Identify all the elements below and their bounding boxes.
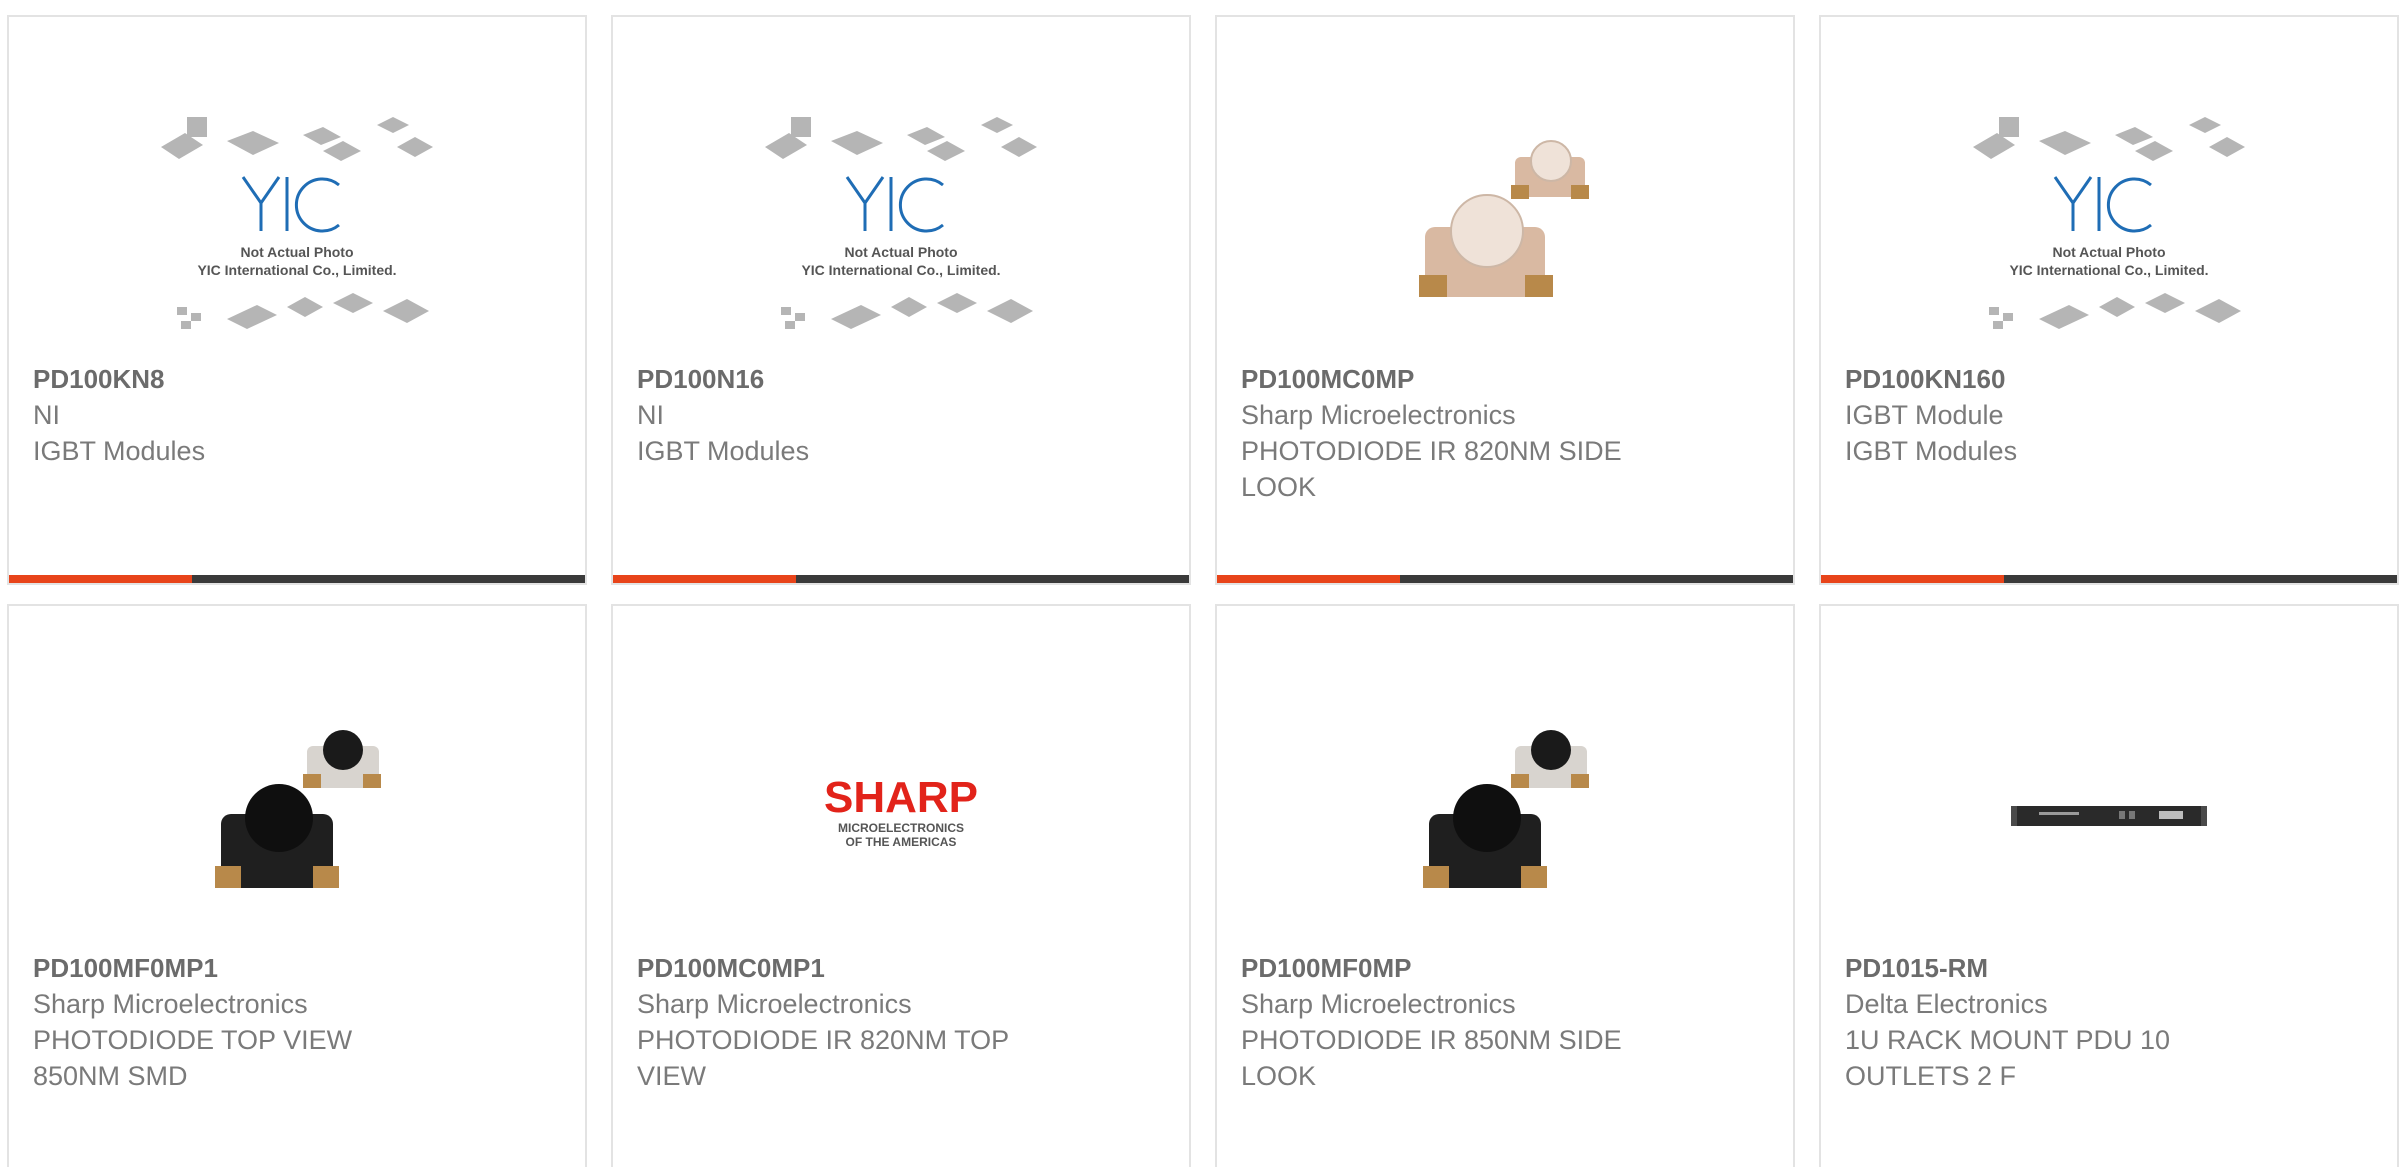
- card-accent-bar: [9, 575, 192, 583]
- product-grid: Not Actual Photo YIC International Co., …: [0, 0, 2400, 1167]
- product-card[interactable]: PD1015-RM Delta Electronics 1U RACK MOUN…: [1819, 604, 2399, 1167]
- image-caption-line1: Not Actual Photo: [240, 244, 353, 260]
- product-image[interactable]: [1355, 686, 1655, 946]
- part-number-link[interactable]: PD100MF0MP: [1241, 950, 1769, 986]
- manufacturer: Sharp Microelectronics: [33, 989, 308, 1019]
- product-card[interactable]: Not Actual Photo YIC International Co., …: [611, 15, 1191, 585]
- description-line2: 850NM SMD: [33, 1061, 188, 1091]
- description-line1: IGBT Modules: [1845, 436, 2018, 466]
- product-image[interactable]: [1959, 686, 2259, 946]
- description-line1: PHOTODIODE IR 820NM TOP: [637, 1025, 1010, 1055]
- product-image[interactable]: SHARP MICROELECTRONICS OF THE AMERICAS: [751, 686, 1051, 946]
- product-card[interactable]: PD100MF0MP1 Sharp Microelectronics PHOTO…: [7, 604, 587, 1167]
- description-line1: IGBT Modules: [637, 436, 810, 466]
- sharp-logo-text: SHARP: [824, 773, 978, 822]
- rack-pdu-image: [2011, 806, 2207, 826]
- manufacturer: Delta Electronics: [1845, 989, 2048, 1019]
- product-card[interactable]: PD100MF0MP Sharp Microelectronics PHOTOD…: [1215, 604, 1795, 1167]
- sharp-logo-image: SHARP MICROELECTRONICS OF THE AMERICAS: [824, 773, 978, 849]
- description-line1: PHOTODIODE IR 850NM SIDE: [1241, 1025, 1622, 1055]
- part-number-link[interactable]: PD100KN8: [33, 361, 561, 397]
- product-card[interactable]: Not Actual Photo YIC International Co., …: [7, 15, 587, 585]
- description-line1: PHOTODIODE IR 820NM SIDE: [1241, 436, 1622, 466]
- black-photodiode-image: [1423, 730, 1589, 888]
- clear-photodiode-image: [1419, 140, 1589, 297]
- part-number-link[interactable]: PD100KN160: [1845, 361, 2373, 397]
- product-info: PD100KN160 IGBT Module IGBT Modules: [1845, 361, 2373, 469]
- photodiode-large: [1423, 784, 1547, 888]
- manufacturer: IGBT Module: [1845, 400, 2004, 430]
- manufacturer: Sharp Microelectronics: [637, 989, 912, 1019]
- image-caption-line2: YIC International Co., Limited.: [2009, 262, 2208, 278]
- card-accent-bar: [1821, 575, 2004, 583]
- image-caption-line1: Not Actual Photo: [844, 244, 957, 260]
- image-caption-line1: Not Actual Photo: [2052, 244, 2165, 260]
- product-image[interactable]: Not Actual Photo YIC International Co., …: [147, 97, 447, 357]
- part-number-link[interactable]: PD100MF0MP1: [33, 950, 561, 986]
- manufacturer: NI: [33, 400, 60, 430]
- product-image[interactable]: [147, 686, 447, 946]
- product-info: PD100N16 NI IGBT Modules: [637, 361, 1165, 469]
- description-line1: IGBT Modules: [33, 436, 206, 466]
- photodiode-small: [1511, 140, 1589, 199]
- photodiode-large: [215, 784, 339, 888]
- product-image[interactable]: Not Actual Photo YIC International Co., …: [1959, 97, 2259, 357]
- product-info: PD1015-RM Delta Electronics 1U RACK MOUN…: [1845, 950, 2373, 1094]
- product-info: PD100MF0MP1 Sharp Microelectronics PHOTO…: [33, 950, 561, 1094]
- part-number-link[interactable]: PD100MC0MP1: [637, 950, 1165, 986]
- manufacturer: NI: [637, 400, 664, 430]
- card-bottom-bar: [9, 575, 585, 583]
- part-number-link[interactable]: PD100N16: [637, 361, 1165, 397]
- image-caption-line2: YIC International Co., Limited.: [197, 262, 396, 278]
- product-info: PD100MC0MP1 Sharp Microelectronics PHOTO…: [637, 950, 1165, 1094]
- card-bottom-bar: [1217, 575, 1793, 583]
- sharp-logo-sub2: OF THE AMERICAS: [846, 835, 957, 849]
- card-bottom-bar: [613, 575, 1189, 583]
- yic-placeholder-image: Not Actual Photo YIC International Co., …: [1973, 117, 2245, 329]
- product-info: PD100KN8 NI IGBT Modules: [33, 361, 561, 469]
- description-line1: PHOTODIODE TOP VIEW: [33, 1025, 353, 1055]
- photodiode-small: [303, 730, 381, 788]
- part-number-link[interactable]: PD100MC0MP: [1241, 361, 1769, 397]
- yic-placeholder-image: Not Actual Photo YIC International Co., …: [765, 117, 1037, 329]
- description-line2: VIEW: [637, 1061, 707, 1091]
- black-photodiode-image: [215, 730, 381, 888]
- manufacturer: Sharp Microelectronics: [1241, 400, 1516, 430]
- product-card[interactable]: SHARP MICROELECTRONICS OF THE AMERICAS P…: [611, 604, 1191, 1167]
- card-accent-bar: [1217, 575, 1400, 583]
- card-accent-bar: [613, 575, 796, 583]
- product-info: PD100MC0MP Sharp Microelectronics PHOTOD…: [1241, 361, 1769, 505]
- yic-placeholder-image: Not Actual Photo YIC International Co., …: [161, 117, 433, 329]
- photodiode-small: [1511, 730, 1589, 788]
- description-line1: 1U RACK MOUNT PDU 10: [1845, 1025, 2171, 1055]
- product-image[interactable]: [1355, 97, 1655, 357]
- photodiode-large: [1419, 194, 1553, 297]
- sharp-logo-sub1: MICROELECTRONICS: [838, 821, 964, 835]
- description-line2: LOOK: [1241, 472, 1317, 502]
- card-bottom-bar: [1821, 575, 2397, 583]
- description-line2: LOOK: [1241, 1061, 1317, 1091]
- product-image[interactable]: Not Actual Photo YIC International Co., …: [751, 97, 1051, 357]
- description-line2: OUTLETS 2 F: [1845, 1061, 2017, 1091]
- product-card[interactable]: PD100MC0MP Sharp Microelectronics PHOTOD…: [1215, 15, 1795, 585]
- manufacturer: Sharp Microelectronics: [1241, 989, 1516, 1019]
- product-info: PD100MF0MP Sharp Microelectronics PHOTOD…: [1241, 950, 1769, 1094]
- product-card[interactable]: Not Actual Photo YIC International Co., …: [1819, 15, 2399, 585]
- part-number-link[interactable]: PD1015-RM: [1845, 950, 2373, 986]
- image-caption-line2: YIC International Co., Limited.: [801, 262, 1000, 278]
